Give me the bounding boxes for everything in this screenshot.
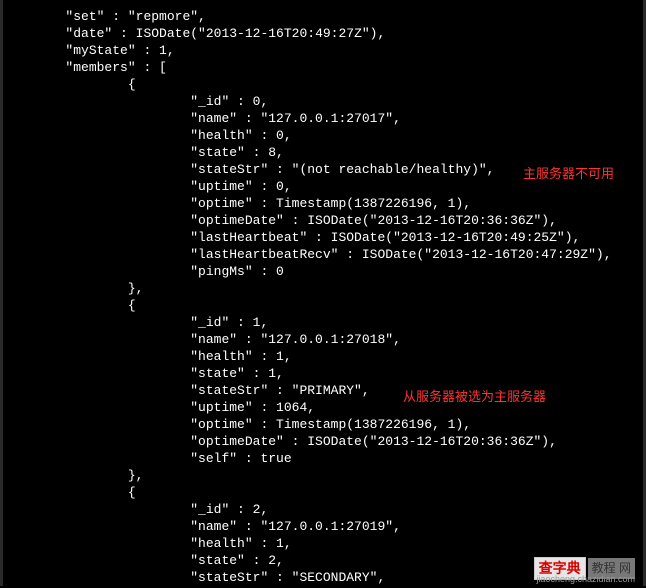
code-line: {	[3, 297, 643, 314]
code-line: "optime" : Timestamp(1387226196, 1),	[3, 195, 643, 212]
code-line: "pingMs" : 0	[3, 263, 643, 280]
code-line: "_id" : 2,	[3, 501, 643, 518]
code-line: "lastHeartbeatRecv" : ISODate("2013-12-1…	[3, 246, 643, 263]
code-line: "stateStr" : "PRIMARY",	[3, 382, 643, 399]
code-line: "set" : "repmore",	[3, 8, 643, 25]
code-line: "optimeDate" : ISODate("2013-12-16T20:36…	[3, 212, 643, 229]
code-line: {	[3, 76, 643, 93]
watermark-url: jiaocheng.chazidian.com	[536, 571, 635, 588]
terminal-output: "set" : "repmore", "date" : ISODate("201…	[3, 8, 643, 586]
code-line: "name" : "127.0.0.1:27018",	[3, 331, 643, 348]
code-line: "state" : 8,	[3, 144, 643, 161]
code-line: {	[3, 484, 643, 501]
code-line: "name" : "127.0.0.1:27017",	[3, 110, 643, 127]
code-line: "date" : ISODate("2013-12-16T20:49:27Z")…	[3, 25, 643, 42]
code-line: "_id" : 1,	[3, 314, 643, 331]
code-line: "optime" : Timestamp(1387226196, 1),	[3, 416, 643, 433]
code-line: "lastHeartbeat" : ISODate("2013-12-16T20…	[3, 229, 643, 246]
code-line: "health" : 1,	[3, 535, 643, 552]
code-line: "members" : [	[3, 59, 643, 76]
code-line: "_id" : 0,	[3, 93, 643, 110]
code-line: "optimeDate" : ISODate("2013-12-16T20:36…	[3, 433, 643, 450]
code-line: },	[3, 280, 643, 297]
code-line: "myState" : 1,	[3, 42, 643, 59]
code-line: "health" : 1,	[3, 348, 643, 365]
annotation-secondary-elected: 从服务器被选为主服务器	[403, 388, 546, 405]
code-line: "state" : 1,	[3, 365, 643, 382]
code-line: "health" : 0,	[3, 127, 643, 144]
code-line: },	[3, 467, 643, 484]
annotation-primary-down: 主服务器不可用	[523, 165, 614, 182]
code-line: "uptime" : 1064,	[3, 399, 643, 416]
code-line: "name" : "127.0.0.1:27019",	[3, 518, 643, 535]
code-line: "self" : true	[3, 450, 643, 467]
